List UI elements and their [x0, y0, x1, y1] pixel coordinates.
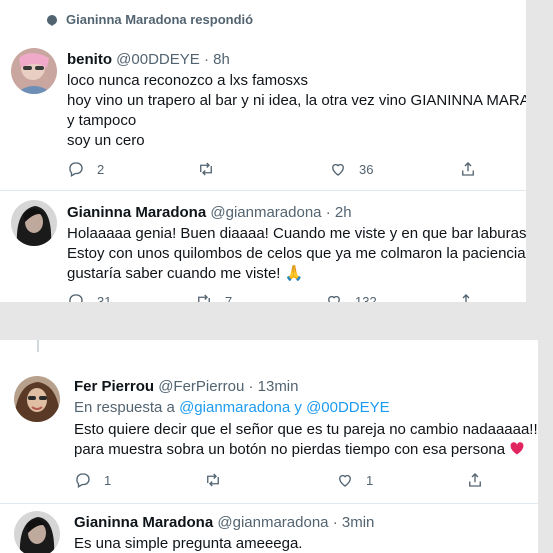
tweet-line: Holaaaaa genia! Buen diaaaa! Cuando me v…	[67, 225, 526, 242]
red-heart-emoji	[510, 442, 524, 455]
like-count: 132	[355, 293, 377, 303]
conversation-card-1: Gianinna Maradona respondió benito @00DD…	[0, 0, 526, 302]
tweet-line: Es una simple pregunta ameeega.	[74, 535, 303, 552]
like-count: 36	[359, 161, 374, 177]
tweet-line: para muestra sobra un botón no pierdas t…	[74, 440, 538, 460]
avatar[interactable]	[11, 200, 57, 246]
conversation-card-2: Fer Pierrou @FerPierrou · 13min En respu…	[0, 340, 538, 553]
mention-link[interactable]: @gianmaradona	[179, 399, 290, 416]
tweet-fer-pierrou[interactable]: Fer Pierrou @FerPierrou · 13min En respu…	[0, 340, 538, 503]
retweet-icon	[207, 473, 219, 487]
display-name[interactable]: benito	[67, 51, 112, 68]
share-button[interactable]	[459, 160, 477, 178]
like-button[interactable]: 36	[329, 160, 373, 178]
tweet-line-text: para muestra sobra un botón no pierdas t…	[74, 441, 506, 458]
retweet-icon	[198, 294, 210, 302]
handle[interactable]: @gianmaradona	[210, 204, 321, 221]
share-icon	[462, 162, 474, 176]
reply-button[interactable]: 1	[74, 471, 111, 489]
tweet-line: soy un cero	[67, 132, 145, 149]
reply-count: 31	[97, 293, 112, 303]
reply-icon	[76, 473, 90, 488]
avatar[interactable]	[14, 511, 60, 553]
tweet-header: Gianinna Maradona @gianmaradona · 3min	[74, 514, 374, 531]
avatar-image	[11, 48, 57, 94]
share-button[interactable]	[466, 471, 484, 489]
handle[interactable]: @gianmaradona	[217, 514, 328, 531]
timestamp[interactable]: · 2h	[326, 204, 352, 221]
avatar[interactable]	[14, 376, 60, 422]
tweet-line: Esto quiere decir que el señor que es tu…	[74, 421, 538, 438]
tweet-text: Es una simple pregunta ameeega.	[74, 534, 374, 553]
retweet-button[interactable]	[204, 471, 234, 489]
tweet-line: hoy vino un trapero al bar y ni idea, la…	[67, 92, 526, 109]
tweet-text: Esto quiere decir que el señor que es tu…	[74, 420, 538, 460]
tweet-actions: 1 1	[74, 471, 494, 491]
tweet-text: Holaaaaa genia! Buen diaaaa! Cuando me v…	[67, 224, 526, 284]
like-count: 1	[366, 472, 374, 488]
timestamp[interactable]: · 8h	[204, 51, 230, 68]
retweet-count: 7	[225, 293, 233, 303]
tweet-benito[interactable]: benito @00DDEYE · 8h loco nunca reconozc…	[0, 0, 526, 190]
reply-count: 2	[97, 161, 105, 177]
heart-icon	[339, 474, 351, 487]
avatar[interactable]	[11, 48, 57, 94]
tweet-actions: 2 36	[67, 160, 487, 180]
reply-context: En respuesta a @gianmaradona y @00DDEYE	[74, 399, 538, 416]
retweet-icon	[200, 162, 212, 176]
reply-count: 1	[104, 472, 112, 488]
retweet-button[interactable]: 7	[195, 292, 232, 302]
reply-and: y	[294, 399, 302, 416]
display-name[interactable]: Gianinna Maradona	[74, 514, 213, 531]
mention-link[interactable]: @00DDEYE	[306, 399, 390, 416]
reply-icon	[69, 162, 83, 177]
tweet-line: loco nunca reconozco a lxs famosxs	[67, 72, 308, 89]
tweet-gianinna-2[interactable]: Gianinna Maradona @gianmaradona · 3min E…	[0, 503, 538, 553]
tweet-header: Gianinna Maradona @gianmaradona · 2h	[67, 204, 526, 221]
heart-icon	[332, 163, 344, 176]
share-icon	[462, 294, 470, 302]
reply-icon	[69, 294, 83, 302]
tweet-actions: 31 7 132	[67, 292, 487, 302]
share-icon	[469, 473, 481, 487]
tweet-gianinna-1[interactable]: Gianinna Maradona @gianmaradona · 2h Hol…	[0, 190, 526, 302]
handle[interactable]: @FerPierrou	[158, 378, 244, 395]
tweet-line: y tampoco	[67, 112, 137, 129]
heart-icon	[328, 295, 340, 302]
reply-button[interactable]: 31	[67, 292, 111, 302]
tweet-line: gustaría saber cuando me viste! 🙏	[67, 265, 304, 282]
avatar-image	[11, 200, 57, 246]
share-button[interactable]	[457, 292, 475, 302]
like-button[interactable]: 132	[325, 292, 377, 302]
reply-button[interactable]: 2	[67, 160, 104, 178]
timestamp[interactable]: · 3min	[333, 514, 375, 531]
reply-prefix: En respuesta a	[74, 399, 175, 416]
tweet-line: Estoy con unos quilombos de celos que ya…	[67, 245, 526, 262]
retweet-button[interactable]	[197, 160, 227, 178]
display-name[interactable]: Fer Pierrou	[74, 378, 154, 395]
display-name[interactable]: Gianinna Maradona	[67, 204, 206, 221]
like-button[interactable]: 1	[336, 471, 373, 489]
handle[interactable]: @00DDEYE	[116, 51, 200, 68]
tweet-header: benito @00DDEYE · 8h	[67, 51, 526, 68]
timestamp[interactable]: · 13min	[248, 378, 298, 395]
tweet-header: Fer Pierrou @FerPierrou · 13min	[74, 378, 538, 395]
avatar-image	[14, 511, 60, 553]
tweet-text: loco nunca reconozco a lxs famosxs hoy v…	[67, 71, 526, 151]
avatar-image	[14, 376, 60, 422]
